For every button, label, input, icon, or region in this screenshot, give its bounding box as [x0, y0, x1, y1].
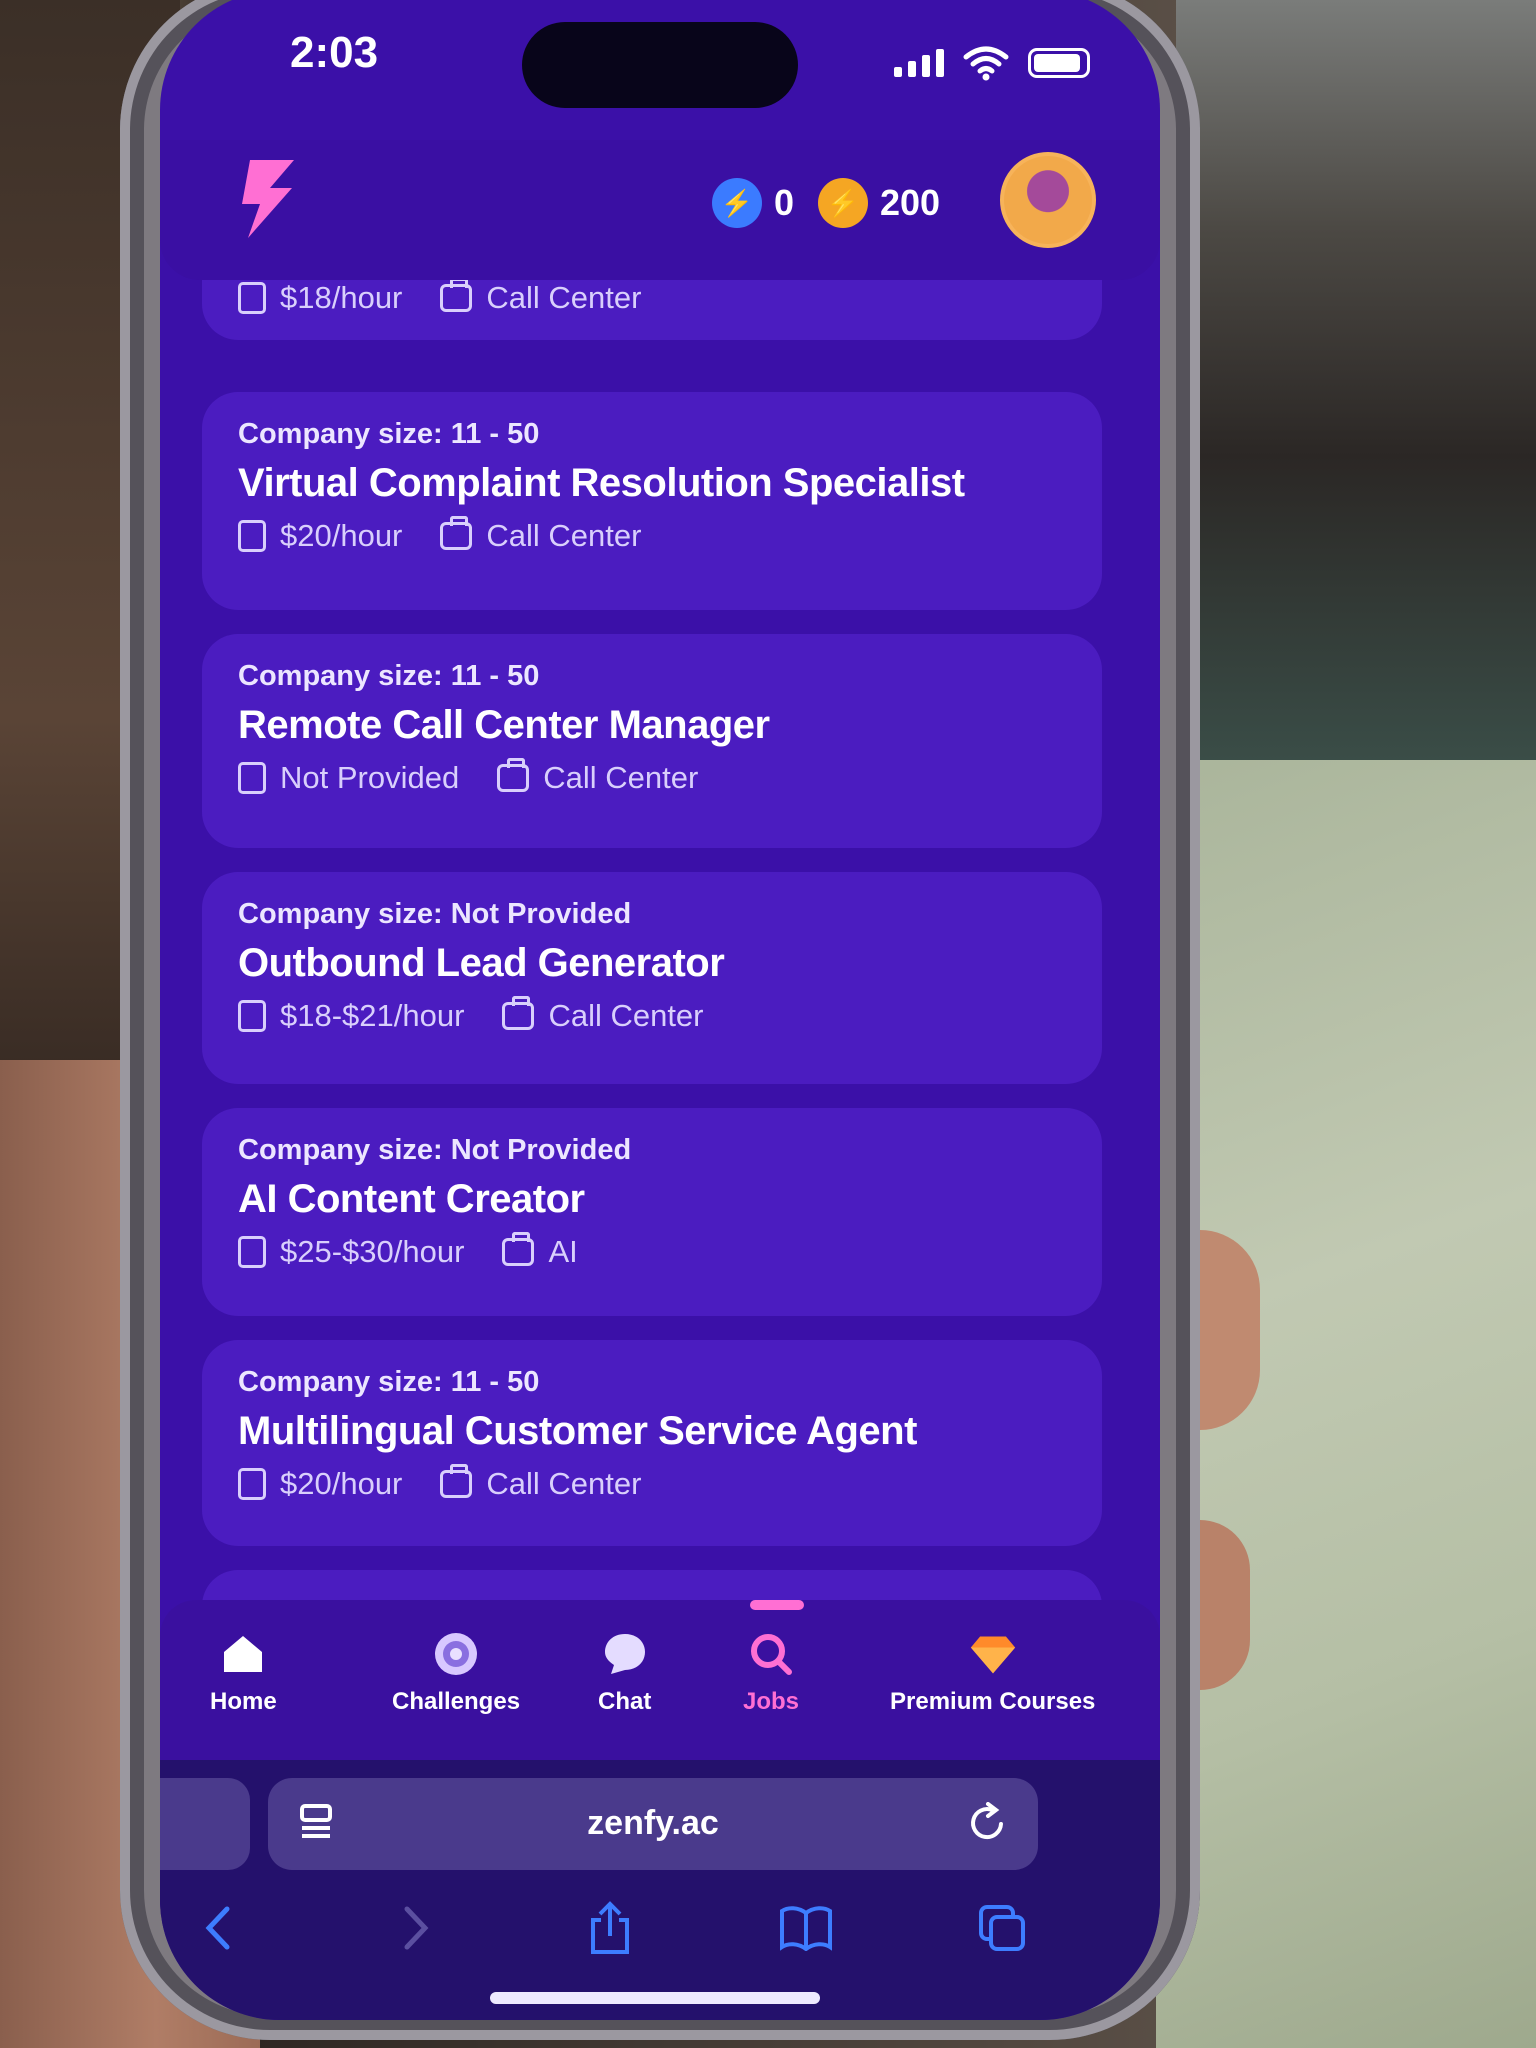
previous-tab-preview[interactable] — [160, 1778, 250, 1870]
bottom-tab-bar: Home Challenges Chat Jobs Premium Course — [160, 1600, 1160, 1760]
share-icon — [591, 1901, 629, 1954]
url-text: zenfy.ac — [587, 1804, 719, 1842]
money-icon — [238, 520, 266, 552]
job-category: Call Center — [543, 760, 699, 795]
job-card[interactable]: Company size: 11 - 50 Multilingual Custo… — [202, 1340, 1102, 1546]
job-title: Multilingual Customer Service Agent — [238, 1409, 917, 1453]
home-indicator — [490, 1992, 820, 2004]
job-pay: $18/hour — [280, 280, 403, 315]
job-category: Call Center — [486, 280, 642, 315]
job-pay: $20/hour — [280, 518, 403, 553]
company-size: Company size: Not Provided — [238, 898, 632, 930]
coin-icon: ⚡ — [818, 178, 868, 228]
money-icon — [238, 1236, 266, 1268]
company-size: Company size: 11 - 50 — [238, 660, 540, 692]
company-size: Company size: Not Provided — [238, 1134, 632, 1166]
job-title: AI Content Creator — [238, 1177, 585, 1221]
active-tab-indicator — [750, 1600, 804, 1610]
job-category: Call Center — [548, 998, 704, 1033]
gem-balance[interactable]: ⚡ 0 — [712, 178, 794, 228]
search-icon — [747, 1630, 795, 1678]
job-card[interactable]: Company size: Not Provided AI Content Cr… — [202, 1108, 1102, 1316]
job-pay: $18-$21/hour — [280, 998, 465, 1033]
tab-label: Home — [210, 1688, 277, 1715]
briefcase-icon — [502, 996, 535, 1030]
browser-nav-row — [160, 1898, 1160, 1968]
job-category: AI — [548, 1234, 578, 1269]
job-card[interactable]: Company size: 11 - 50 Remote Call Center… — [202, 634, 1102, 848]
book-icon — [780, 1906, 832, 1951]
app-header: ⚡ 0 ⚡ 200 — [160, 140, 1160, 280]
tab-label: Chat — [598, 1688, 652, 1715]
job-card[interactable]: Company size: 11 - 50 Virtual Complaint … — [202, 392, 1102, 610]
tab-home[interactable]: Home — [210, 1630, 277, 1716]
phone-screen: 2:03 ⚡ 0 ⚡ 200 $18/hour Call Center Comp… — [160, 0, 1160, 2020]
tab-label: Premium Courses — [890, 1688, 1096, 1715]
chevron-left-icon — [205, 1906, 230, 1950]
back-button[interactable] — [188, 1898, 248, 1958]
battery-icon — [1028, 48, 1090, 78]
status-time: 2:03 — [290, 28, 379, 77]
forward-button[interactable] — [386, 1898, 446, 1958]
briefcase-icon — [440, 516, 473, 550]
bookmarks-button[interactable] — [776, 1898, 836, 1958]
job-card[interactable]: Company size: Not Provided Outbound Lead… — [202, 872, 1102, 1084]
tab-chat[interactable]: Chat — [598, 1630, 651, 1716]
tab-premium-courses[interactable]: Premium Courses — [890, 1630, 1095, 1716]
home-icon — [219, 1630, 267, 1678]
tab-label: Jobs — [743, 1688, 800, 1715]
job-category: Call Center — [486, 518, 642, 553]
job-category: Call Center — [486, 1466, 642, 1501]
job-title: Outbound Lead Generator — [238, 941, 725, 985]
share-button[interactable] — [580, 1898, 640, 1958]
avatar[interactable] — [1000, 152, 1096, 248]
briefcase-icon — [440, 1464, 473, 1498]
tab-label: Challenges — [392, 1688, 521, 1715]
money-icon — [238, 762, 266, 794]
signal-icon — [894, 49, 944, 77]
tabs-icon — [979, 1905, 1025, 1951]
app-logo-icon[interactable] — [230, 154, 310, 244]
job-pay: $20/hour — [280, 1466, 403, 1501]
status-icons — [894, 45, 1090, 81]
wifi-icon — [963, 46, 1009, 81]
job-title: Remote Call Center Manager — [238, 703, 770, 747]
status-bar: 2:03 — [160, 0, 1160, 140]
job-pay: $25-$30/hour — [280, 1234, 465, 1269]
tab-jobs[interactable]: Jobs — [743, 1630, 799, 1716]
chat-icon — [601, 1630, 649, 1678]
browser-toolbar: zenfy.ac — [160, 1760, 1160, 2020]
coin-count: 200 — [880, 182, 941, 223]
gem-icon: ⚡ — [712, 178, 762, 228]
chevron-right-icon — [404, 1906, 429, 1950]
money-icon — [238, 1000, 266, 1032]
diamond-icon — [969, 1630, 1017, 1678]
briefcase-icon — [502, 1232, 535, 1266]
tabs-button[interactable] — [972, 1898, 1032, 1958]
money-icon — [238, 1468, 266, 1500]
job-title: Virtual Complaint Resolution Specialist — [238, 461, 965, 505]
tab-challenges[interactable]: Challenges — [392, 1630, 520, 1716]
dynamic-island — [522, 22, 798, 108]
briefcase-icon — [497, 758, 530, 792]
company-size: Company size: 11 - 50 — [238, 1366, 540, 1398]
company-size: Company size: 11 - 50 — [238, 418, 540, 450]
money-icon — [238, 282, 266, 314]
gem-count: 0 — [774, 182, 795, 223]
coin-balance[interactable]: ⚡ 200 — [818, 178, 940, 228]
briefcase-icon — [440, 278, 473, 312]
background-right-top — [1176, 0, 1536, 760]
job-pay: Not Provided — [280, 760, 460, 795]
address-bar[interactable]: zenfy.ac — [268, 1778, 1038, 1870]
reload-icon[interactable] — [968, 1802, 1008, 1844]
target-icon — [432, 1630, 480, 1678]
